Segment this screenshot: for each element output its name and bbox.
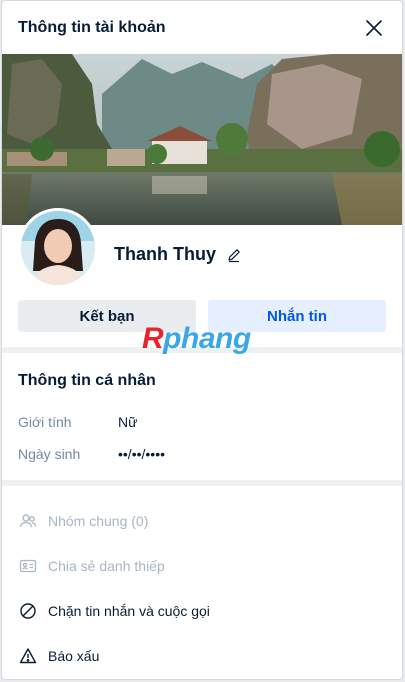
menu-item-report[interactable]: Báo xấu <box>2 633 402 678</box>
info-row-birthday: Ngày sinh ••/••/•••• <box>18 438 386 470</box>
warning-icon <box>18 646 38 666</box>
modal-title: Thông tin tài khoản <box>18 18 166 36</box>
close-button[interactable] <box>362 16 386 40</box>
block-icon <box>18 601 38 621</box>
profile-menu: Nhóm chung (0) Chia sẻ danh thiếp Chặn t… <box>2 486 402 678</box>
menu-item-common-groups[interactable]: Nhóm chung (0) <box>2 498 402 543</box>
info-row-gender: Giới tính Nữ <box>18 406 386 438</box>
edit-name-icon[interactable] <box>226 247 242 263</box>
name-wrap: Thanh Thuy <box>114 244 242 265</box>
cover-photo[interactable] <box>2 54 402 225</box>
gender-value: Nữ <box>118 414 138 430</box>
avatar[interactable] <box>18 208 98 288</box>
menu-item-label: Chia sẻ danh thiếp <box>48 557 165 574</box>
cover-landscape-image <box>2 54 402 225</box>
profile-row: Thanh Thuy <box>2 208 402 300</box>
menu-item-label: Nhóm chung (0) <box>48 512 149 529</box>
menu-item-block[interactable]: Chặn tin nhắn và cuộc gọi <box>2 588 402 633</box>
menu-item-label: Báo xấu <box>48 647 100 664</box>
watermark-logo: Rphang <box>142 322 251 356</box>
watermark-part1: R <box>142 322 164 355</box>
birthday-value: ••/••/•••• <box>118 446 165 462</box>
menu-item-label: Chặn tin nhắn và cuộc gọi <box>48 602 210 619</box>
display-name: Thanh Thuy <box>114 244 216 264</box>
personal-info-section: Thông tin cá nhân Giới tính Nữ Ngày sinh… <box>2 353 402 480</box>
menu-item-share-card[interactable]: Chia sẻ danh thiếp <box>2 543 402 588</box>
contact-card-icon <box>18 556 38 576</box>
group-icon <box>18 511 38 531</box>
birthday-label: Ngày sinh <box>18 446 81 462</box>
personal-info-title: Thông tin cá nhân <box>18 372 156 389</box>
avatar-photo-image <box>21 211 95 285</box>
modal-header: Thông tin tài khoản <box>2 1 402 54</box>
close-icon <box>366 19 382 36</box>
watermark-part2: phang <box>163 322 251 355</box>
gender-label: Giới tính <box>18 414 72 430</box>
